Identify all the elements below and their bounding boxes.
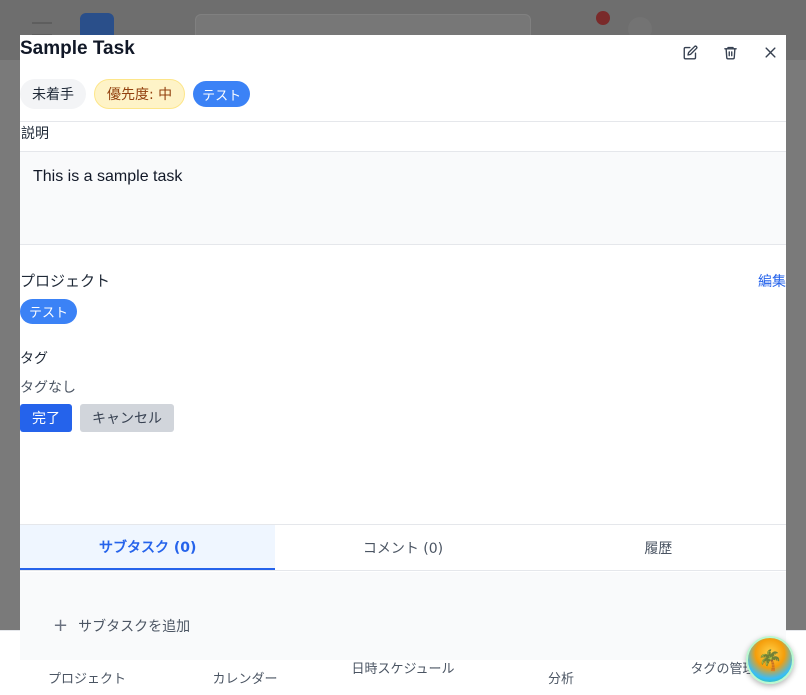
task-detail-modal: Sample Task 未着手 優先度: 中 テスト 説明 This is a …	[20, 35, 786, 660]
close-icon	[764, 46, 776, 58]
tab-history[interactable]: 履歴	[531, 525, 786, 570]
delete-button[interactable]	[719, 41, 741, 63]
nav-label: 日時スケジュール	[351, 662, 455, 677]
description-box: This is a sample task	[20, 151, 786, 245]
description-label: 説明	[21, 126, 49, 142]
tab-content: + サブタスクを追加	[20, 572, 786, 660]
divider	[20, 121, 786, 122]
page-title: Sample Task	[20, 38, 135, 59]
plus-icon: +	[53, 615, 69, 636]
nav-label: プロジェクト	[47, 672, 126, 687]
project-label: プロジェクト	[20, 272, 111, 290]
tags-label: タグ	[20, 351, 48, 367]
cancel-button[interactable]: キャンセル	[80, 404, 174, 432]
nav-label: 分析	[547, 672, 574, 687]
trash-icon	[723, 46, 737, 59]
add-subtask-label: サブタスクを追加	[78, 619, 191, 635]
tab-comments[interactable]: コメント (0)	[275, 525, 530, 570]
menu-icon	[32, 22, 52, 36]
close-button[interactable]	[759, 41, 781, 63]
no-tags-text: タグなし	[20, 380, 76, 396]
project-tag: テスト	[20, 299, 78, 324]
pencil-icon	[683, 45, 697, 59]
notification-badge	[596, 11, 610, 25]
nav-label: カレンダー	[212, 672, 278, 687]
edit-project-link[interactable]: 編集	[758, 271, 786, 291]
add-subtask-button[interactable]: + サブタスクを追加	[53, 616, 190, 636]
priority-badge: 優先度: 中	[94, 79, 186, 109]
assistant-fab[interactable]: 🌴	[746, 636, 794, 684]
badge-row: 未着手 優先度: 中 テスト	[20, 79, 251, 109]
tag-badge: テスト	[193, 81, 251, 107]
tab-subtasks[interactable]: サブタスク (0)	[20, 525, 276, 570]
edit-button[interactable]	[679, 41, 701, 63]
done-button[interactable]: 完了	[20, 404, 72, 432]
description-text: This is a sample task	[33, 168, 183, 185]
status-badge: 未着手	[20, 79, 86, 109]
palm-tree-icon: 🌴	[757, 648, 783, 672]
tab-bar: サブタスク (0) コメント (0) 履歴	[20, 524, 786, 571]
